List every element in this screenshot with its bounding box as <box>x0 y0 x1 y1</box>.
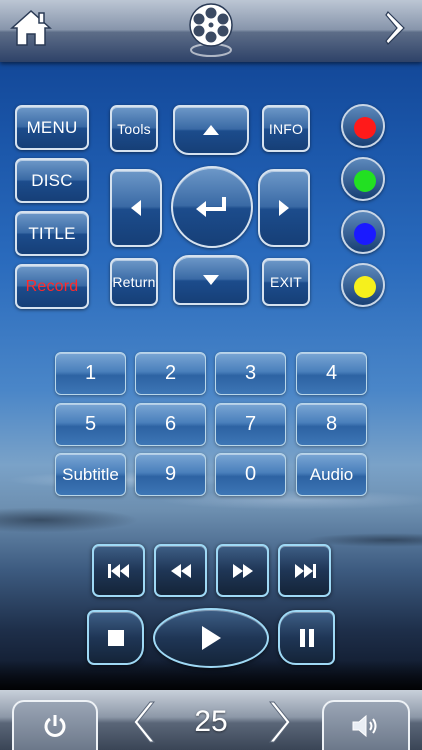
key-5-button[interactable]: 5 <box>55 403 126 446</box>
triangle-right-icon <box>279 200 289 216</box>
film-reel-icon <box>189 3 233 57</box>
play-button[interactable] <box>153 608 269 668</box>
blue-key-button[interactable] <box>341 210 385 254</box>
dpad-up-button[interactable] <box>173 105 249 155</box>
audio-button[interactable]: Audio <box>296 453 367 496</box>
disc-button[interactable]: DISC <box>15 158 89 203</box>
info-button[interactable]: INFO <box>262 105 310 152</box>
channel-up-icon[interactable] <box>266 700 292 744</box>
dpad-enter-button[interactable] <box>171 166 253 248</box>
title-button[interactable]: TITLE <box>15 211 89 256</box>
tools-button[interactable]: Tools <box>110 105 158 152</box>
red-key-button[interactable] <box>341 104 385 148</box>
key-1-button[interactable]: 1 <box>55 352 126 395</box>
channel-down-icon[interactable] <box>132 700 158 744</box>
volume-button[interactable] <box>322 700 410 750</box>
record-button[interactable]: Record <box>15 264 89 309</box>
fast-forward-button[interactable] <box>216 544 269 597</box>
power-button[interactable] <box>12 700 98 750</box>
green-key-button[interactable] <box>341 157 385 201</box>
power-icon <box>44 715 66 737</box>
key-3-button[interactable]: 3 <box>215 352 286 395</box>
key-4-button[interactable]: 4 <box>296 352 367 395</box>
exit-button[interactable]: EXIT <box>262 258 310 306</box>
stop-button[interactable] <box>87 610 144 665</box>
chevron-right-icon[interactable] <box>382 10 410 46</box>
triangle-up-icon <box>203 125 219 135</box>
skip-next-button[interactable] <box>278 544 331 597</box>
stop-icon <box>107 629 124 646</box>
rewind-icon <box>170 563 191 578</box>
volume-icon <box>352 714 377 738</box>
green-dot <box>354 170 376 192</box>
blue-dot <box>354 223 376 245</box>
key-7-button[interactable]: 7 <box>215 403 286 446</box>
skip-previous-icon <box>107 563 129 578</box>
dpad-right-button[interactable] <box>258 169 310 247</box>
key-0-button[interactable]: 0 <box>215 453 286 496</box>
subtitle-button[interactable]: Subtitle <box>55 453 126 496</box>
key-2-button[interactable]: 2 <box>135 352 206 395</box>
return-button[interactable]: Return <box>110 258 158 306</box>
enter-return-icon <box>196 197 226 217</box>
key-6-button[interactable]: 6 <box>135 403 206 446</box>
key-9-button[interactable]: 9 <box>135 453 206 496</box>
yellow-dot <box>354 276 376 298</box>
menu-button[interactable]: MENU <box>15 105 89 150</box>
triangle-down-icon <box>203 275 219 285</box>
top-bar <box>0 0 422 62</box>
dpad-down-button[interactable] <box>173 255 249 305</box>
rewind-button[interactable] <box>154 544 207 597</box>
fast-forward-icon <box>232 563 253 578</box>
red-dot <box>354 117 376 139</box>
dpad-left-button[interactable] <box>110 169 162 247</box>
key-8-button[interactable]: 8 <box>296 403 367 446</box>
yellow-key-button[interactable] <box>341 263 385 307</box>
skip-previous-button[interactable] <box>92 544 145 597</box>
channel-number: 25 <box>194 705 228 738</box>
play-icon <box>202 626 221 650</box>
triangle-left-icon <box>131 200 141 216</box>
skip-next-icon <box>294 563 316 578</box>
pause-button[interactable] <box>278 610 335 665</box>
home-icon[interactable] <box>10 8 52 48</box>
pause-icon <box>299 628 314 647</box>
